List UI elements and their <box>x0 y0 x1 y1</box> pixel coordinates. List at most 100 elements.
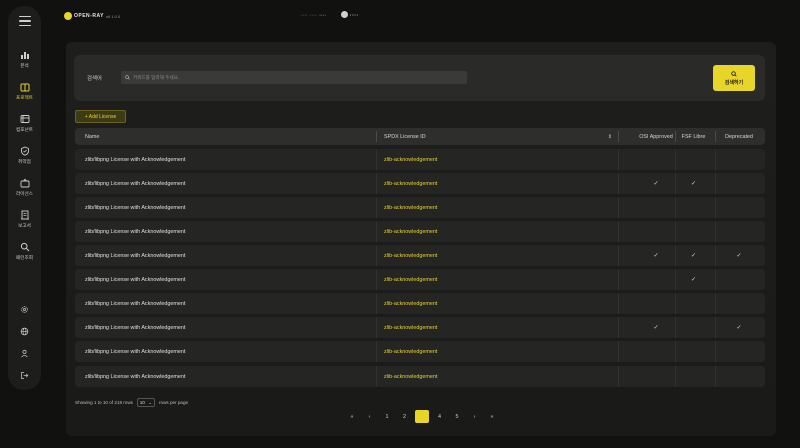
column-header-fsf[interactable]: FSF Libre <box>677 128 710 145</box>
spdx-id-link[interactable]: zlib-acknowledgement <box>384 221 612 242</box>
breadcrumb-item[interactable]: • • • • <box>301 13 307 17</box>
column-divider <box>618 341 619 362</box>
fsf-check-icon <box>677 293 710 314</box>
license-icon <box>20 178 29 187</box>
breadcrumb: • • • • • • • • • • • • <box>301 13 329 17</box>
table-row[interactable]: zlib/libpng License with Acknowledgement… <box>75 221 765 242</box>
sidebar-item-3[interactable]: 취약점 <box>8 139 41 171</box>
fsf-check-icon <box>677 317 710 338</box>
page-button-4[interactable]: 4 <box>433 410 447 423</box>
spdx-id-link[interactable]: zlib-acknowledgement <box>384 269 612 290</box>
column-divider <box>675 221 676 242</box>
deprecated-check-icon <box>719 197 759 218</box>
page-button-1[interactable]: 1 <box>380 410 394 423</box>
last-page-button[interactable]: » <box>485 410 499 423</box>
column-header-spdx-label: SPDX License ID <box>384 133 426 140</box>
column-divider <box>715 197 716 218</box>
table-row[interactable]: zlib/libpng License with Acknowledgement… <box>75 341 765 362</box>
spdx-id-link[interactable]: zlib-acknowledgement <box>384 149 612 170</box>
license-name-cell: zlib/libpng License with Acknowledgement <box>85 180 186 187</box>
column-divider <box>618 269 619 290</box>
sidebar-item-1[interactable]: 프로젝트 <box>8 75 41 107</box>
search-label: 검색어 <box>87 76 102 82</box>
settings-icon[interactable] <box>18 302 32 316</box>
sidebar-item-2[interactable]: 컴포넌트 <box>8 107 41 139</box>
sidebar: 분석프로젝트컴포넌트 취약점 라이선스보고서패턴조회 <box>8 6 41 390</box>
menu-icon[interactable] <box>18 16 31 26</box>
breadcrumb-item[interactable]: • • • • <box>310 13 316 17</box>
table-row[interactable]: zlib/libpng License with Acknowledgement… <box>75 197 765 218</box>
deprecated-check-icon <box>719 341 759 362</box>
logout-icon[interactable] <box>18 368 32 382</box>
column-divider <box>376 221 377 242</box>
column-header-spdx[interactable]: SPDX License ID ⇕ <box>384 128 612 145</box>
column-header-name[interactable]: Name <box>85 128 99 145</box>
spdx-id-link[interactable]: zlib-acknowledgement <box>384 245 612 266</box>
page-button-2[interactable]: 2 <box>398 410 412 423</box>
pagination: « ‹ 12345 › » <box>345 410 503 423</box>
rows-per-page-select[interactable]: 10 ⌄ <box>136 398 155 407</box>
spdx-id-link[interactable]: zlib-acknowledgement <box>384 341 612 362</box>
license-name-cell: zlib/libpng License with Acknowledgement <box>85 252 186 259</box>
page-button-3[interactable]: 3 <box>415 410 429 423</box>
table-row[interactable]: zlib/libpng License with Acknowledgement… <box>75 269 765 290</box>
rows-per-page-label: rows per page <box>158 400 189 405</box>
spdx-id-link[interactable]: zlib-acknowledgement <box>384 317 612 338</box>
column-divider <box>675 131 676 142</box>
table-row[interactable]: zlib/libpng License with Acknowledgement… <box>75 366 765 387</box>
fsf-check-icon <box>677 149 710 170</box>
column-divider <box>715 245 716 266</box>
globe-icon[interactable] <box>18 324 32 338</box>
sidebar-item-5[interactable]: 보고서 <box>8 203 41 235</box>
page-button-5[interactable]: 5 <box>450 410 464 423</box>
spdx-id-link[interactable]: zlib-acknowledgement <box>384 293 612 314</box>
column-divider <box>715 341 716 362</box>
column-divider <box>618 317 619 338</box>
prev-page-button[interactable]: ‹ <box>363 410 377 423</box>
spdx-id-link[interactable]: zlib-acknowledgement <box>384 366 612 387</box>
column-divider <box>675 197 676 218</box>
column-divider <box>376 149 377 170</box>
deprecated-check-icon <box>719 269 759 290</box>
table-row[interactable]: zlib/libpng License with Acknowledgement… <box>75 293 765 314</box>
table-row[interactable]: zlib/libpng License with Acknowledgement… <box>75 245 765 266</box>
fsf-check-icon: ✓ <box>690 181 697 187</box>
search-input[interactable]: 키워드를 입력해 주세요. <box>121 71 467 84</box>
app-logo[interactable]: OPEN-RAY v6 1.0.0 <box>64 12 120 20</box>
sidebar-item-4[interactable]: 라이선스 <box>8 171 41 203</box>
column-divider <box>376 131 377 142</box>
component-icon <box>20 114 29 123</box>
license-name-cell: zlib/libpng License with Acknowledgement <box>85 156 186 163</box>
sidebar-item-6[interactable]: 패턴조회 <box>8 235 41 267</box>
column-divider <box>715 221 716 242</box>
spdx-id-link[interactable]: zlib-acknowledgement <box>384 197 612 218</box>
add-license-button[interactable]: + Add License <box>75 110 126 123</box>
license-name-cell: zlib/libpng License with Acknowledgement <box>85 373 186 380</box>
search-icon <box>20 242 29 251</box>
license-name-cell: zlib/libpng License with Acknowledgement <box>85 348 186 355</box>
sidebar-item-label: 프로젝트 <box>16 94 33 100</box>
user-icon[interactable] <box>18 346 32 360</box>
user-menu[interactable]: • • • • <box>341 11 358 18</box>
shield-icon <box>20 146 29 156</box>
folder-icon <box>20 83 29 91</box>
column-divider <box>618 366 619 387</box>
sidebar-item-label: 보고서 <box>18 222 31 228</box>
spdx-id-link[interactable]: zlib-acknowledgement <box>384 173 612 194</box>
breadcrumb-current: • • • • <box>319 13 326 17</box>
column-divider <box>618 149 619 170</box>
column-header-deprecated[interactable]: Deprecated <box>719 128 759 145</box>
column-divider <box>675 173 676 194</box>
search-icon <box>125 75 130 80</box>
search-button[interactable]: 검색하기 <box>713 65 755 91</box>
sort-icon[interactable]: ⇕ <box>608 134 612 140</box>
table-row[interactable]: zlib/libpng License with Acknowledgement… <box>75 149 765 170</box>
first-page-button[interactable]: « <box>345 410 359 423</box>
next-page-button[interactable]: › <box>468 410 482 423</box>
table-row[interactable]: zlib/libpng License with Acknowledgement… <box>75 317 765 338</box>
column-divider <box>618 173 619 194</box>
table-row[interactable]: zlib/libpng License with Acknowledgement… <box>75 173 765 194</box>
user-name: • • • • <box>350 12 358 17</box>
sidebar-item-0[interactable]: 분석 <box>8 43 41 75</box>
deprecated-check-icon: ✓ <box>736 253 742 259</box>
